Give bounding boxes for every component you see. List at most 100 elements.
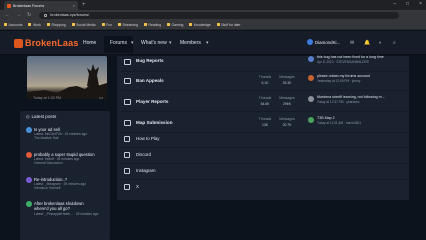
maximize-icon[interactable]: □ (406, 1, 409, 7)
minimize-icon[interactable]: – (393, 1, 396, 7)
reload-icon[interactable]: ↻ (27, 12, 31, 18)
bookmark-item[interactable]: Gaming (167, 23, 183, 27)
username: DiamondKi... (315, 39, 341, 45)
last-post-title[interactable]: this bug has not been fixed for a long t… (317, 55, 384, 59)
link-title[interactable]: X (136, 184, 139, 189)
bookmark-item[interactable]: Accounts (4, 23, 22, 27)
forum-title[interactable]: Player Reports (136, 99, 168, 104)
link-icon (124, 136, 130, 142)
bookmark-item[interactable]: Fun (101, 23, 112, 27)
avatar (308, 75, 314, 81)
latest-posts-title: Latest posts (31, 114, 57, 119)
featured-image[interactable] (27, 56, 107, 99)
tab-title: Brokenlaas Forums (13, 3, 45, 8)
nav-whats-new[interactable]: What's new (141, 40, 167, 46)
avatar (308, 96, 314, 102)
folder-icon (46, 23, 50, 26)
messages-stat: Messages 20.7K (279, 117, 295, 127)
avatar (26, 127, 32, 133)
site-logo[interactable]: BrokenLaas (25, 38, 79, 48)
url-field[interactable]: brokenlaas.xyz/forums/ (39, 11, 400, 19)
post-forum[interactable]: The Abattoir Hall (34, 136, 58, 140)
external-link-icon (124, 168, 130, 174)
folder-icon (71, 23, 75, 26)
post-title-line2[interactable]: where'd you all go? (34, 206, 70, 211)
link-title[interactable]: How to Play (136, 136, 159, 141)
chevron-down-icon[interactable]: ▾ (206, 40, 209, 46)
bookmark-item[interactable]: Streaming (117, 23, 138, 27)
forum-title[interactable]: Ban Appeals (136, 78, 164, 83)
last-post-title[interactable]: Murdena sheriff learning, not following … (317, 95, 385, 99)
bell-icon[interactable]: 🔔 (364, 40, 370, 46)
nav-forums[interactable]: Forums (104, 36, 133, 53)
bookmarks-bar: Accounts Work Shopping Social Media Fun … (0, 20, 426, 30)
folder-icon (216, 23, 220, 26)
bookmark-item[interactable]: Work (28, 23, 41, 27)
forum-icon (124, 78, 131, 84)
threads-stat: Threads 13K (258, 117, 272, 127)
folder-icon (143, 23, 147, 26)
avatar (308, 56, 314, 62)
url-text: brokenlaas.xyz/forums/ (50, 13, 90, 17)
close-window-icon[interactable]: × (419, 1, 422, 7)
folder-icon (117, 23, 121, 26)
forum-icon (124, 99, 131, 105)
new-tab-icon[interactable]: + (82, 1, 86, 10)
bookmark-item[interactable]: Social Media (71, 23, 96, 27)
link-title[interactable]: Discord (136, 152, 151, 157)
folder-icon (101, 23, 105, 26)
bookmark-item[interactable]: Stuff for later (216, 23, 241, 27)
threads-stat: Threads 64.6K (258, 96, 272, 106)
forum-node[interactable]: Bug Reports this bug has not been fixed … (122, 52, 408, 72)
more-options-icon[interactable]: ••• (99, 95, 103, 100)
last-post-title[interactable]: T3B Map 2 (317, 116, 335, 120)
threads-stat: Threads 5.1K (258, 75, 272, 85)
avatar (308, 117, 314, 123)
last-post-title[interactable]: please unban my forums account (317, 74, 370, 78)
forum-node[interactable]: Ban Appeals Threads 5.1K Messages 25.3K … (122, 71, 408, 91)
external-link-icon (124, 184, 130, 190)
bookmark-item[interactable]: Shopping (46, 23, 66, 27)
forum-title[interactable]: Map Submission (136, 120, 173, 125)
post-forum[interactable]: General Discussion (34, 161, 63, 165)
browser-tab[interactable]: Brokenlaas Forums × (4, 1, 78, 10)
nav-home[interactable]: Home (83, 40, 96, 46)
last-post-meta: Today at 11:01 AM · harris3601 (317, 121, 362, 125)
site-favicon-icon (7, 3, 11, 8)
folder-icon (4, 23, 7, 26)
forum-title[interactable]: Bug Reports (136, 58, 164, 63)
link-node[interactable]: X (122, 178, 408, 196)
forward-icon[interactable]: → (16, 12, 21, 18)
window-controls: – □ × (393, 1, 422, 7)
clock-icon: ◷ (26, 114, 30, 119)
user-menu[interactable]: DiamondKi... (307, 39, 340, 45)
messages-stat: Messages 296K (279, 96, 295, 106)
folder-icon (167, 23, 171, 26)
inbox-icon[interactable]: ✉ (350, 40, 354, 46)
chevron-down-icon[interactable]: ▾ (169, 40, 172, 46)
link-title[interactable]: Instagram (136, 168, 156, 173)
forum-node[interactable]: Player Reports Threads 64.6K Messages 29… (122, 92, 408, 112)
image-timestamp: Today at 1:32 PM (33, 96, 61, 100)
last-post-meta: Today at 12:37 PM · yearlarks (317, 100, 360, 104)
chevron-down-icon[interactable]: ▾ (131, 40, 134, 46)
settings-icon[interactable]: ◐ (379, 40, 382, 46)
avatar (26, 152, 32, 158)
avatar (307, 39, 313, 45)
post-forum[interactable]: Introduce Yourself (34, 186, 60, 190)
latest-posts-header: ◷ Latest posts (26, 114, 56, 119)
folder-icon (28, 23, 32, 26)
avatar (26, 201, 32, 207)
tree-silhouette-image (27, 64, 107, 99)
close-tab-icon[interactable]: × (73, 3, 75, 8)
bookmark-item[interactable]: Knowledge (189, 23, 211, 27)
avatar (26, 177, 32, 183)
last-post-meta: Apr 8, 2023 · STEVENSANMALDRS (317, 60, 369, 64)
search-icon[interactable]: ⌕ (393, 40, 396, 46)
post-meta: Latest: _PineappleHeath... · 28 minutes … (34, 212, 99, 216)
back-icon[interactable]: ← (5, 12, 10, 18)
nav-members[interactable]: Members (180, 40, 201, 46)
last-post-meta: Yesterday at 12:08 PM · jimmy (317, 79, 361, 83)
bookmark-item[interactable]: Reading (143, 23, 161, 27)
logo-icon (14, 39, 23, 48)
